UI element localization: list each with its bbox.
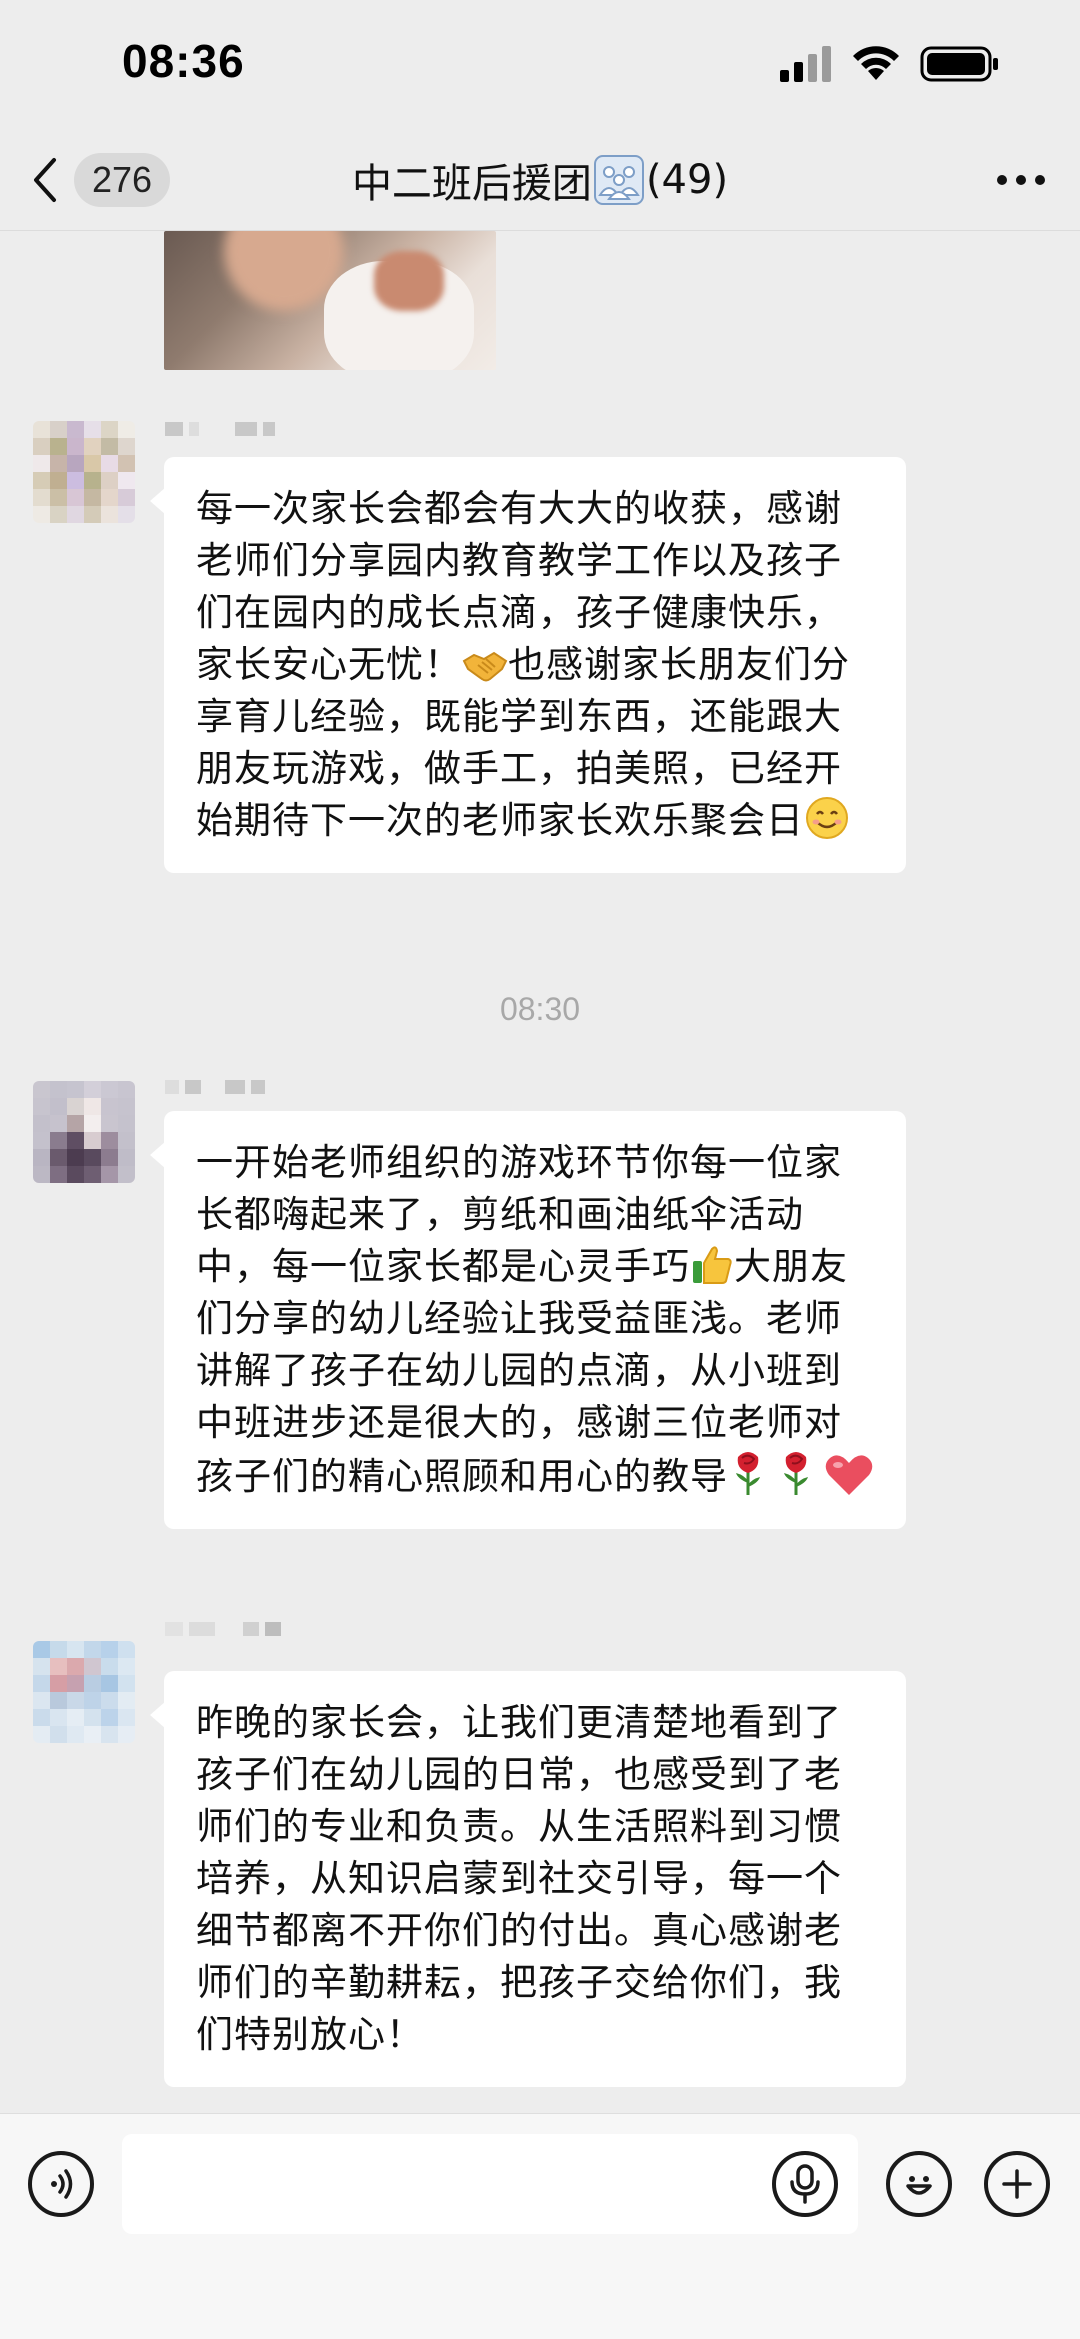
message-text: 昨晚的家长会，让我们更清楚地看到了孩子们在幼儿园的日常，也感受到了老师们的专业和… (196, 1701, 842, 2056)
message-text-input[interactable] (122, 2134, 858, 2234)
microphone-icon (790, 2164, 820, 2204)
sender-name-redacted (165, 1617, 281, 1641)
rose-icon (784, 1452, 808, 1495)
message-bubble[interactable]: 每一次家长会都会有大大的收获，感谢老师们分享园内教育教学工作以及孩子们在园内的成… (150, 457, 906, 873)
status-time: 08:36 (122, 35, 245, 87)
message-bubble[interactable]: 一开始老师组织的游戏环节你每一位家长都嗨起来了，剪纸和画油纸伞活动中，每一位家长… (150, 1111, 906, 1529)
emoji-face-icon (906, 2176, 932, 2195)
handshake-icon (462, 651, 508, 682)
plus-icon (1002, 2169, 1032, 2199)
sender-name-redacted (165, 417, 275, 441)
voice-mode-button[interactable] (28, 2151, 94, 2217)
chat-title-text: 中二班后援团 (351, 161, 592, 207)
chat-message-list[interactable]: 每一次家长会都会有大大的收获，感谢老师们分享园内教育教学工作以及孩子们在园内的成… (0, 231, 1080, 2113)
rose-icon (736, 1452, 760, 1495)
cellular-signal-icon (780, 46, 831, 82)
wifi-icon (853, 46, 899, 80)
avatar[interactable] (33, 1081, 135, 1183)
battery-icon (920, 46, 998, 82)
message-input-bar (0, 2113, 1080, 2339)
group-icon (593, 155, 644, 205)
image-message[interactable] (164, 231, 496, 370)
thumbs-up-icon (693, 1246, 732, 1284)
message-bubble[interactable]: 昨晚的家长会，让我们更清楚地看到了孩子们在幼儿园的日常，也感受到了老师们的专业和… (150, 1671, 906, 2087)
back-button[interactable]: 276 (30, 144, 171, 216)
sender-name-redacted (165, 1075, 265, 1099)
avatar[interactable] (33, 1641, 135, 1743)
smile-icon (806, 797, 848, 839)
more-options-icon[interactable] (994, 160, 1048, 200)
timestamp-divider: 08:30 (499, 991, 581, 1027)
add-more-button[interactable] (984, 2151, 1050, 2217)
status-bar: 08:36 (0, 0, 1080, 130)
heart-icon (825, 1455, 873, 1495)
chat-header: 中二班后援团 (49) 276 (0, 130, 1080, 231)
voice-wave-icon (51, 2169, 73, 2199)
unread-count-badge: 276 (74, 153, 171, 207)
member-count: (49) (645, 157, 729, 203)
avatar[interactable] (33, 421, 135, 523)
chevron-left-icon (34, 158, 56, 202)
emoji-button[interactable] (886, 2151, 952, 2217)
mic-button[interactable] (772, 2151, 838, 2217)
